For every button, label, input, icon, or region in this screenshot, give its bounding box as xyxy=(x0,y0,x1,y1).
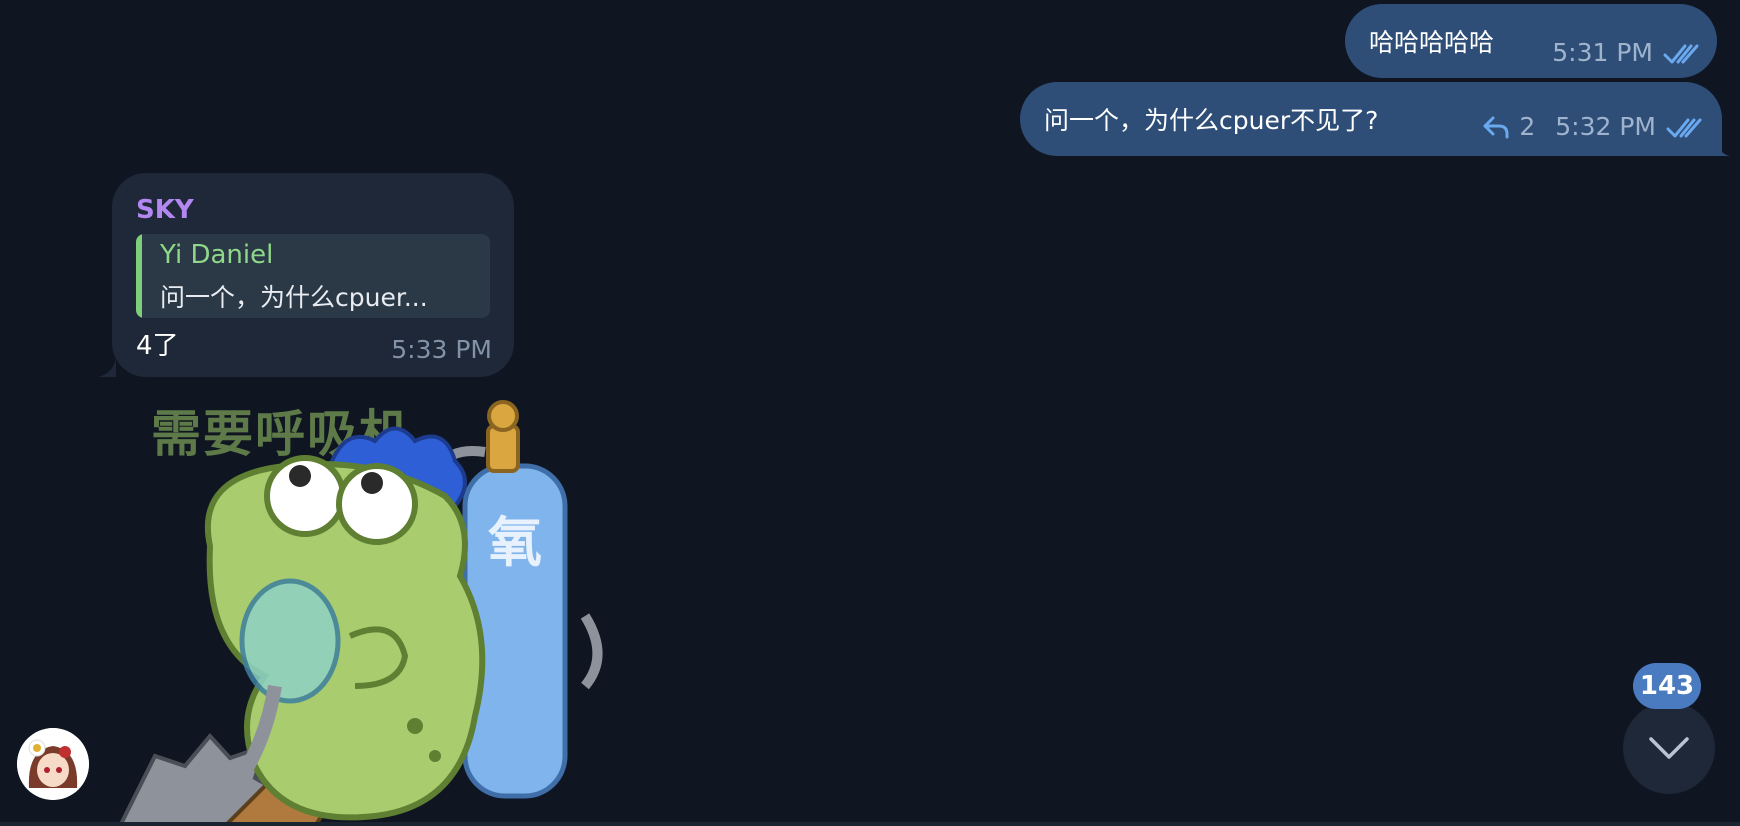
message-time: 5:33 PM xyxy=(391,335,492,364)
message-time: 5:31 PM xyxy=(1552,38,1653,67)
reply-arrow-icon[interactable] xyxy=(1481,114,1511,140)
reply-count: 2 xyxy=(1519,112,1536,141)
scroll-down-button[interactable] xyxy=(1623,702,1715,794)
message-text: 问一个，为什么cpuer不见了? xyxy=(1044,106,1379,135)
reply-accent-bar xyxy=(136,234,142,318)
outgoing-message[interactable]: 哈哈哈哈哈 5:31 PM xyxy=(1345,4,1717,78)
bubble-tail xyxy=(98,357,116,377)
sticker[interactable]: 需要呼吸机 氧 xyxy=(115,386,615,826)
double-check-icon xyxy=(1666,118,1702,137)
message-meta: 5:31 PM xyxy=(1552,38,1701,67)
bottom-divider xyxy=(0,822,1740,826)
outgoing-message[interactable]: 问一个，为什么cpuer不见了? 2 5:32 PM xyxy=(1020,82,1722,156)
unread-count-badge: 143 xyxy=(1633,663,1701,709)
bubble-tail xyxy=(1716,136,1730,156)
anime-girl-avatar-icon xyxy=(17,728,89,800)
message-time: 5:32 PM xyxy=(1555,112,1656,141)
reply-author: Yi Daniel xyxy=(160,240,274,270)
crocodile-oxygen-illustration: 氧 xyxy=(117,400,603,826)
reply-text: 问一个，为什么cpuer... xyxy=(160,283,428,312)
chevron-down-icon xyxy=(1649,737,1689,759)
message-text: 4了 xyxy=(136,331,179,361)
tank-label: 氧 xyxy=(488,511,542,574)
message-meta: 2 5:32 PM xyxy=(1481,112,1704,141)
message-text: 哈哈哈哈哈 xyxy=(1369,28,1495,57)
double-check-icon xyxy=(1663,44,1699,63)
reply-preview[interactable]: Yi Daniel 问一个，为什么cpuer... xyxy=(136,234,490,318)
sender-avatar[interactable] xyxy=(17,728,89,800)
incoming-message[interactable]: SKY Yi Daniel 问一个，为什么cpuer... 4了 5:33 PM xyxy=(112,173,514,377)
sender-name[interactable]: SKY xyxy=(136,195,194,225)
